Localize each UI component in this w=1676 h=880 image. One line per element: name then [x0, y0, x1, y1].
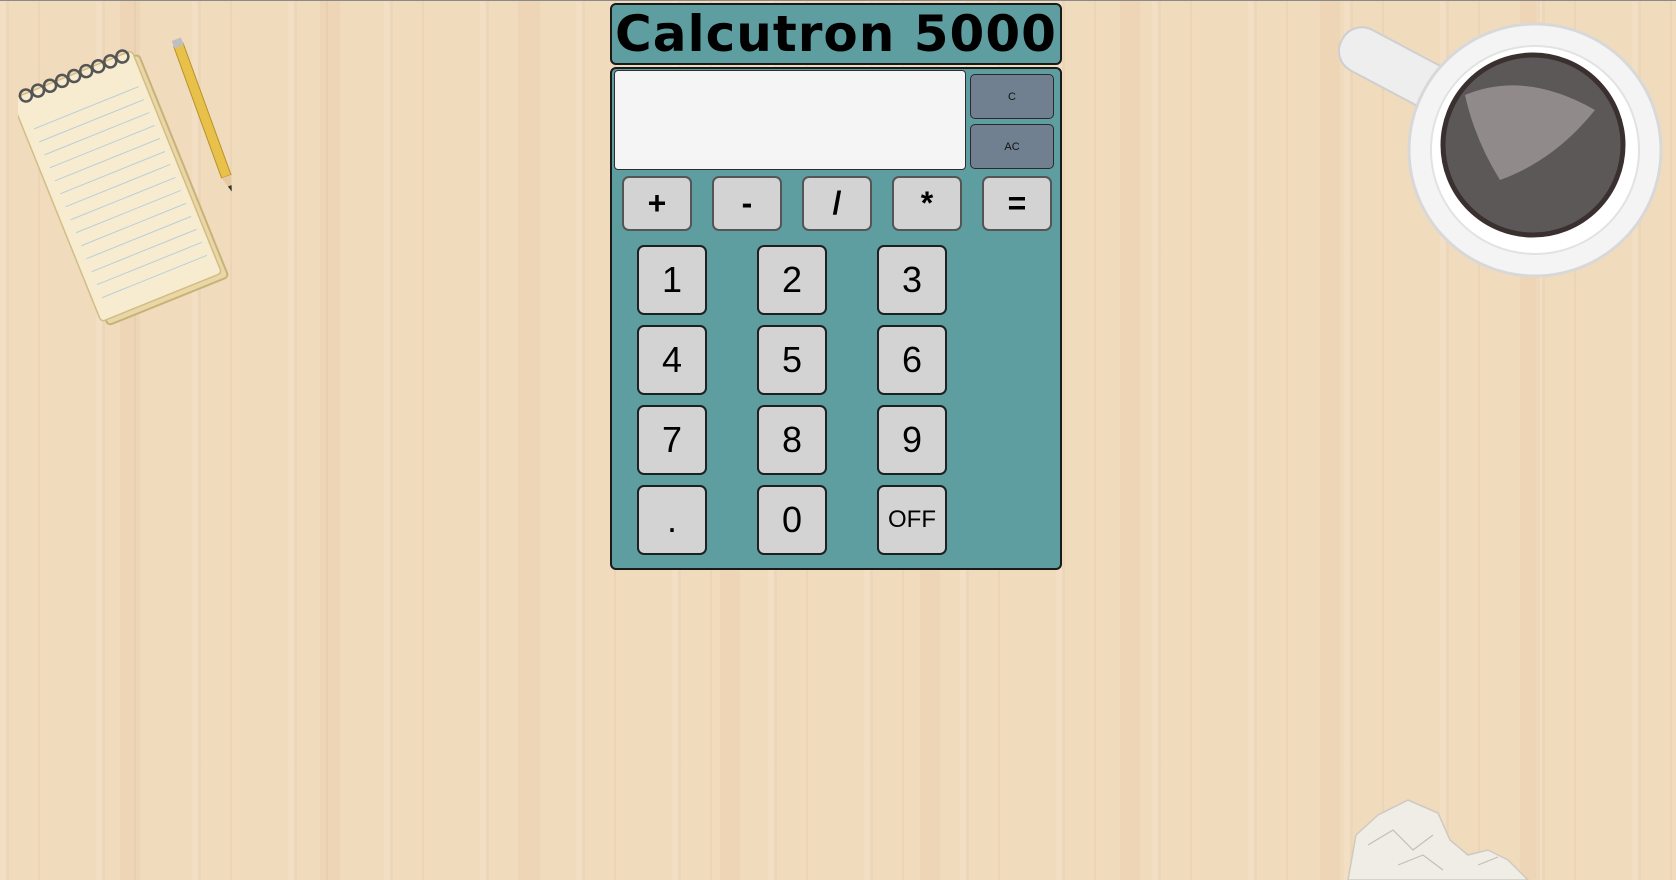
off-button[interactable]: OFF	[877, 485, 947, 555]
key-7-button[interactable]: 7	[637, 405, 707, 475]
crumpled-paper-icon	[1347, 799, 1530, 880]
minus-button[interactable]: -	[712, 176, 782, 231]
key-3-button[interactable]: 3	[877, 245, 947, 315]
pencil-icon	[171, 37, 232, 192]
multiply-button[interactable]: *	[892, 176, 962, 231]
key-6-button[interactable]: 6	[877, 325, 947, 395]
key-8-button[interactable]: 8	[757, 405, 827, 475]
all-clear-button[interactable]: AC	[970, 124, 1054, 169]
calculator-body: C AC + - / * = 1 2 3 4 5 6 7 8 9 . 0 OFF	[610, 67, 1062, 570]
calculator-title: Calcutron 5000	[615, 5, 1057, 63]
key-5-button[interactable]: 5	[757, 325, 827, 395]
key-2-button[interactable]: 2	[757, 245, 827, 315]
window-top-border	[0, 0, 1676, 1]
calculator-title-bar: Calcutron 5000	[610, 3, 1062, 65]
calculator-display	[614, 70, 966, 170]
divide-button[interactable]: /	[802, 176, 872, 231]
coffee-cup-icon	[1337, 22, 1663, 278]
clear-button[interactable]: C	[970, 74, 1054, 119]
equals-button[interactable]: =	[982, 176, 1052, 231]
key-4-button[interactable]: 4	[637, 325, 707, 395]
decimal-button[interactable]: .	[637, 485, 707, 555]
plus-button[interactable]: +	[622, 176, 692, 231]
key-9-button[interactable]: 9	[877, 405, 947, 475]
key-0-button[interactable]: 0	[757, 485, 827, 555]
key-1-button[interactable]: 1	[637, 245, 707, 315]
